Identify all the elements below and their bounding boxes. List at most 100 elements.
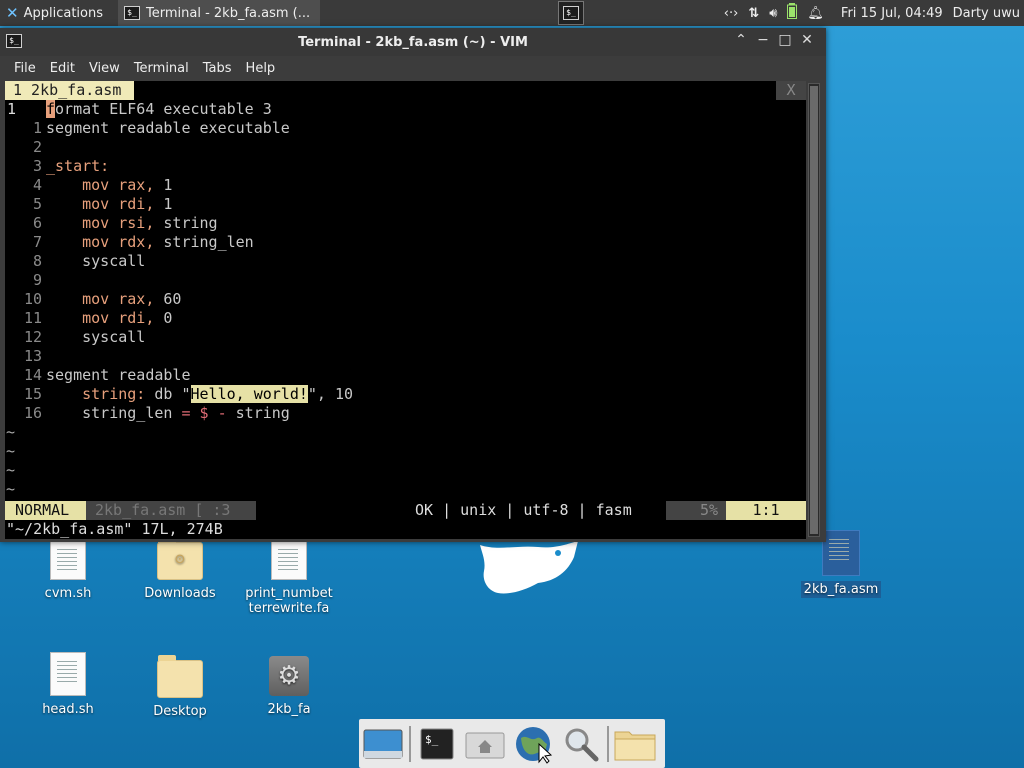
code-token: string:	[82, 385, 146, 403]
menu-help[interactable]: Help	[239, 61, 283, 76]
vim-status-filename: 2kb_fa.asm [ :3	[86, 501, 256, 520]
vim-line[interactable]: 6 mov rsi, string	[5, 214, 806, 233]
search-highlight: Hello, world!	[190, 385, 308, 403]
selected-label-wrap: 2kb_fa.asm	[791, 581, 891, 598]
code-token: 1	[154, 195, 173, 213]
vim-line[interactable]: 13	[5, 347, 806, 366]
desktop-icon-head-sh[interactable]: head.sh	[18, 652, 118, 717]
vim-statusline: NORMAL 2kb_fa.asm [ :3 OK | unix | utf-8…	[5, 501, 806, 520]
vim-line[interactable]: 2	[5, 138, 806, 157]
dock-browser-button[interactable]	[509, 722, 557, 766]
dock-files-button[interactable]	[611, 722, 659, 766]
vim-command-line[interactable]: "~/2kb_fa.asm" 17L, 274B	[6, 520, 807, 539]
terminal-text-area[interactable]: 1 2kb_fa.asm X 1 format ELF64 executable …	[5, 81, 806, 539]
desktop-icon-desktop[interactable]: Desktop	[130, 655, 230, 719]
vim-line[interactable]: 15 string: db "Hello, world!", 10	[5, 385, 806, 404]
terminal-icon: $_	[124, 6, 140, 20]
taskbar-terminal-label: Terminal - 2kb_fa.asm (...	[146, 5, 311, 21]
empty-line-marker: ~	[5, 461, 806, 480]
desktop-icon-label: 2kb_fa	[267, 702, 311, 717]
svg-text:$_: $_	[425, 733, 439, 746]
vim-line[interactable]: 8 syscall	[5, 252, 806, 271]
desktop-icon-print-numbet[interactable]: print_numbet terrewrite.fa	[239, 540, 339, 616]
vim-line[interactable]: 5 mov rdi, 1	[5, 195, 806, 214]
vim-line[interactable]: 7 mov rdx, string_len	[5, 233, 806, 252]
menu-terminal[interactable]: Terminal	[127, 61, 196, 76]
tilde-marker: ~	[6, 461, 16, 479]
desktop-icon-2kb-fa[interactable]: ⚙ 2kb_fa	[239, 656, 339, 717]
scrollbar-thumb[interactable]	[810, 86, 818, 534]
menu-file[interactable]: File	[0, 61, 43, 76]
code-token: segment readable	[46, 366, 191, 384]
xfce-logo-icon: ✕	[6, 4, 19, 22]
network-arrows-icon[interactable]: ‹·›	[724, 6, 739, 21]
code-token: 60	[154, 290, 182, 308]
line-code: segment readable executable	[46, 119, 290, 138]
window-shade-button[interactable]: ⌃	[730, 32, 752, 48]
menu-view[interactable]: View	[82, 61, 127, 76]
vim-line[interactable]: 14 segment readable	[5, 366, 806, 385]
tilde-marker: ~	[6, 423, 16, 441]
clock[interactable]: Fri 15 Jul, 04:49	[841, 6, 943, 21]
vim-line[interactable]: 4 mov rax, 1	[5, 176, 806, 195]
desktop-icon-downloads[interactable]: ⊙ Downloads	[130, 537, 230, 601]
downloads-folder-icon: ⊙	[157, 537, 203, 580]
dock-show-desktop-button[interactable]	[359, 722, 407, 766]
applications-menu-button[interactable]: ✕ Applications	[0, 0, 112, 26]
volume-icon[interactable]: 🔊︎	[769, 6, 777, 21]
dock-home-button[interactable]	[461, 722, 509, 766]
window-close-button[interactable]: ✕	[796, 32, 818, 48]
line-code: mov rdi, 1	[46, 195, 172, 214]
line-code: string: db "Hello, world!", 10	[46, 385, 353, 404]
vim-line[interactable]: 1 format ELF64 executable 3	[5, 100, 806, 119]
code-token: 0	[154, 309, 173, 327]
line-code: mov rsi, string	[46, 214, 217, 233]
code-token: mov rax,	[82, 176, 155, 194]
vim-status-position: 1:1	[726, 501, 806, 520]
show-desktop-icon	[363, 729, 403, 758]
vim-line[interactable]: 1 segment readable executable	[5, 119, 806, 138]
empty-line-marker: ~	[5, 480, 806, 499]
taskbar-terminal-button[interactable]: $_ Terminal - 2kb_fa.asm (...	[118, 0, 320, 26]
vim-line[interactable]: 3 _start:	[5, 157, 806, 176]
vim-line[interactable]: 12 syscall	[5, 328, 806, 347]
desktop-icon-label: 2kb_fa.asm	[800, 581, 882, 598]
vim-mode-indicator: NORMAL	[5, 501, 86, 520]
vim-line[interactable]: 16 string_len = $ - string	[5, 404, 806, 423]
terminal-launcher-button[interactable]: $_	[558, 1, 584, 25]
dock-terminal-button[interactable]: $_	[413, 722, 461, 766]
vim-tab[interactable]: 1 2kb_fa.asm	[5, 81, 134, 100]
code-token: string	[226, 404, 290, 422]
vim-status-fileinfo: OK | unix | utf-8 | fasm	[415, 501, 632, 519]
desktop-icon-label: Downloads	[144, 586, 216, 601]
vim-line[interactable]: 9	[5, 271, 806, 290]
line-code: segment readable	[46, 366, 191, 385]
menu-edit[interactable]: Edit	[43, 61, 82, 76]
user-menu[interactable]: Darty uwu	[953, 6, 1020, 21]
line-number: 1	[32, 119, 42, 137]
vim-line[interactable]: 11 mov rdi, 0	[5, 309, 806, 328]
battery-icon[interactable]	[787, 3, 798, 23]
top-panel: ✕ Applications $_ Terminal - 2kb_fa.asm …	[0, 0, 1024, 26]
line-number: 7	[32, 233, 42, 251]
terminal-icon: $_	[420, 728, 454, 759]
window-titlebar[interactable]: $_ Terminal - 2kb_fa.asm (~) - VIM ⌃ − □…	[0, 28, 826, 56]
network-updown-icon[interactable]: ⇅	[748, 6, 759, 21]
terminal-scrollbar[interactable]	[808, 83, 820, 537]
window-maximize-button[interactable]: □	[774, 32, 796, 48]
line-number: 11	[23, 309, 42, 327]
notification-bell-icon[interactable]: 🔔︎	[807, 6, 824, 21]
dock-search-button[interactable]	[557, 722, 605, 766]
empty-line-marker: ~	[5, 423, 806, 442]
window-minimize-button[interactable]: −	[752, 32, 774, 48]
vim-tab-close-button[interactable]: X	[776, 81, 806, 100]
vim-line[interactable]: 10 mov rax, 60	[5, 290, 806, 309]
line-number: 2	[32, 138, 42, 156]
line-number: 10	[23, 290, 42, 308]
code-token: syscall	[46, 328, 146, 346]
menu-tabs[interactable]: Tabs	[196, 61, 239, 76]
